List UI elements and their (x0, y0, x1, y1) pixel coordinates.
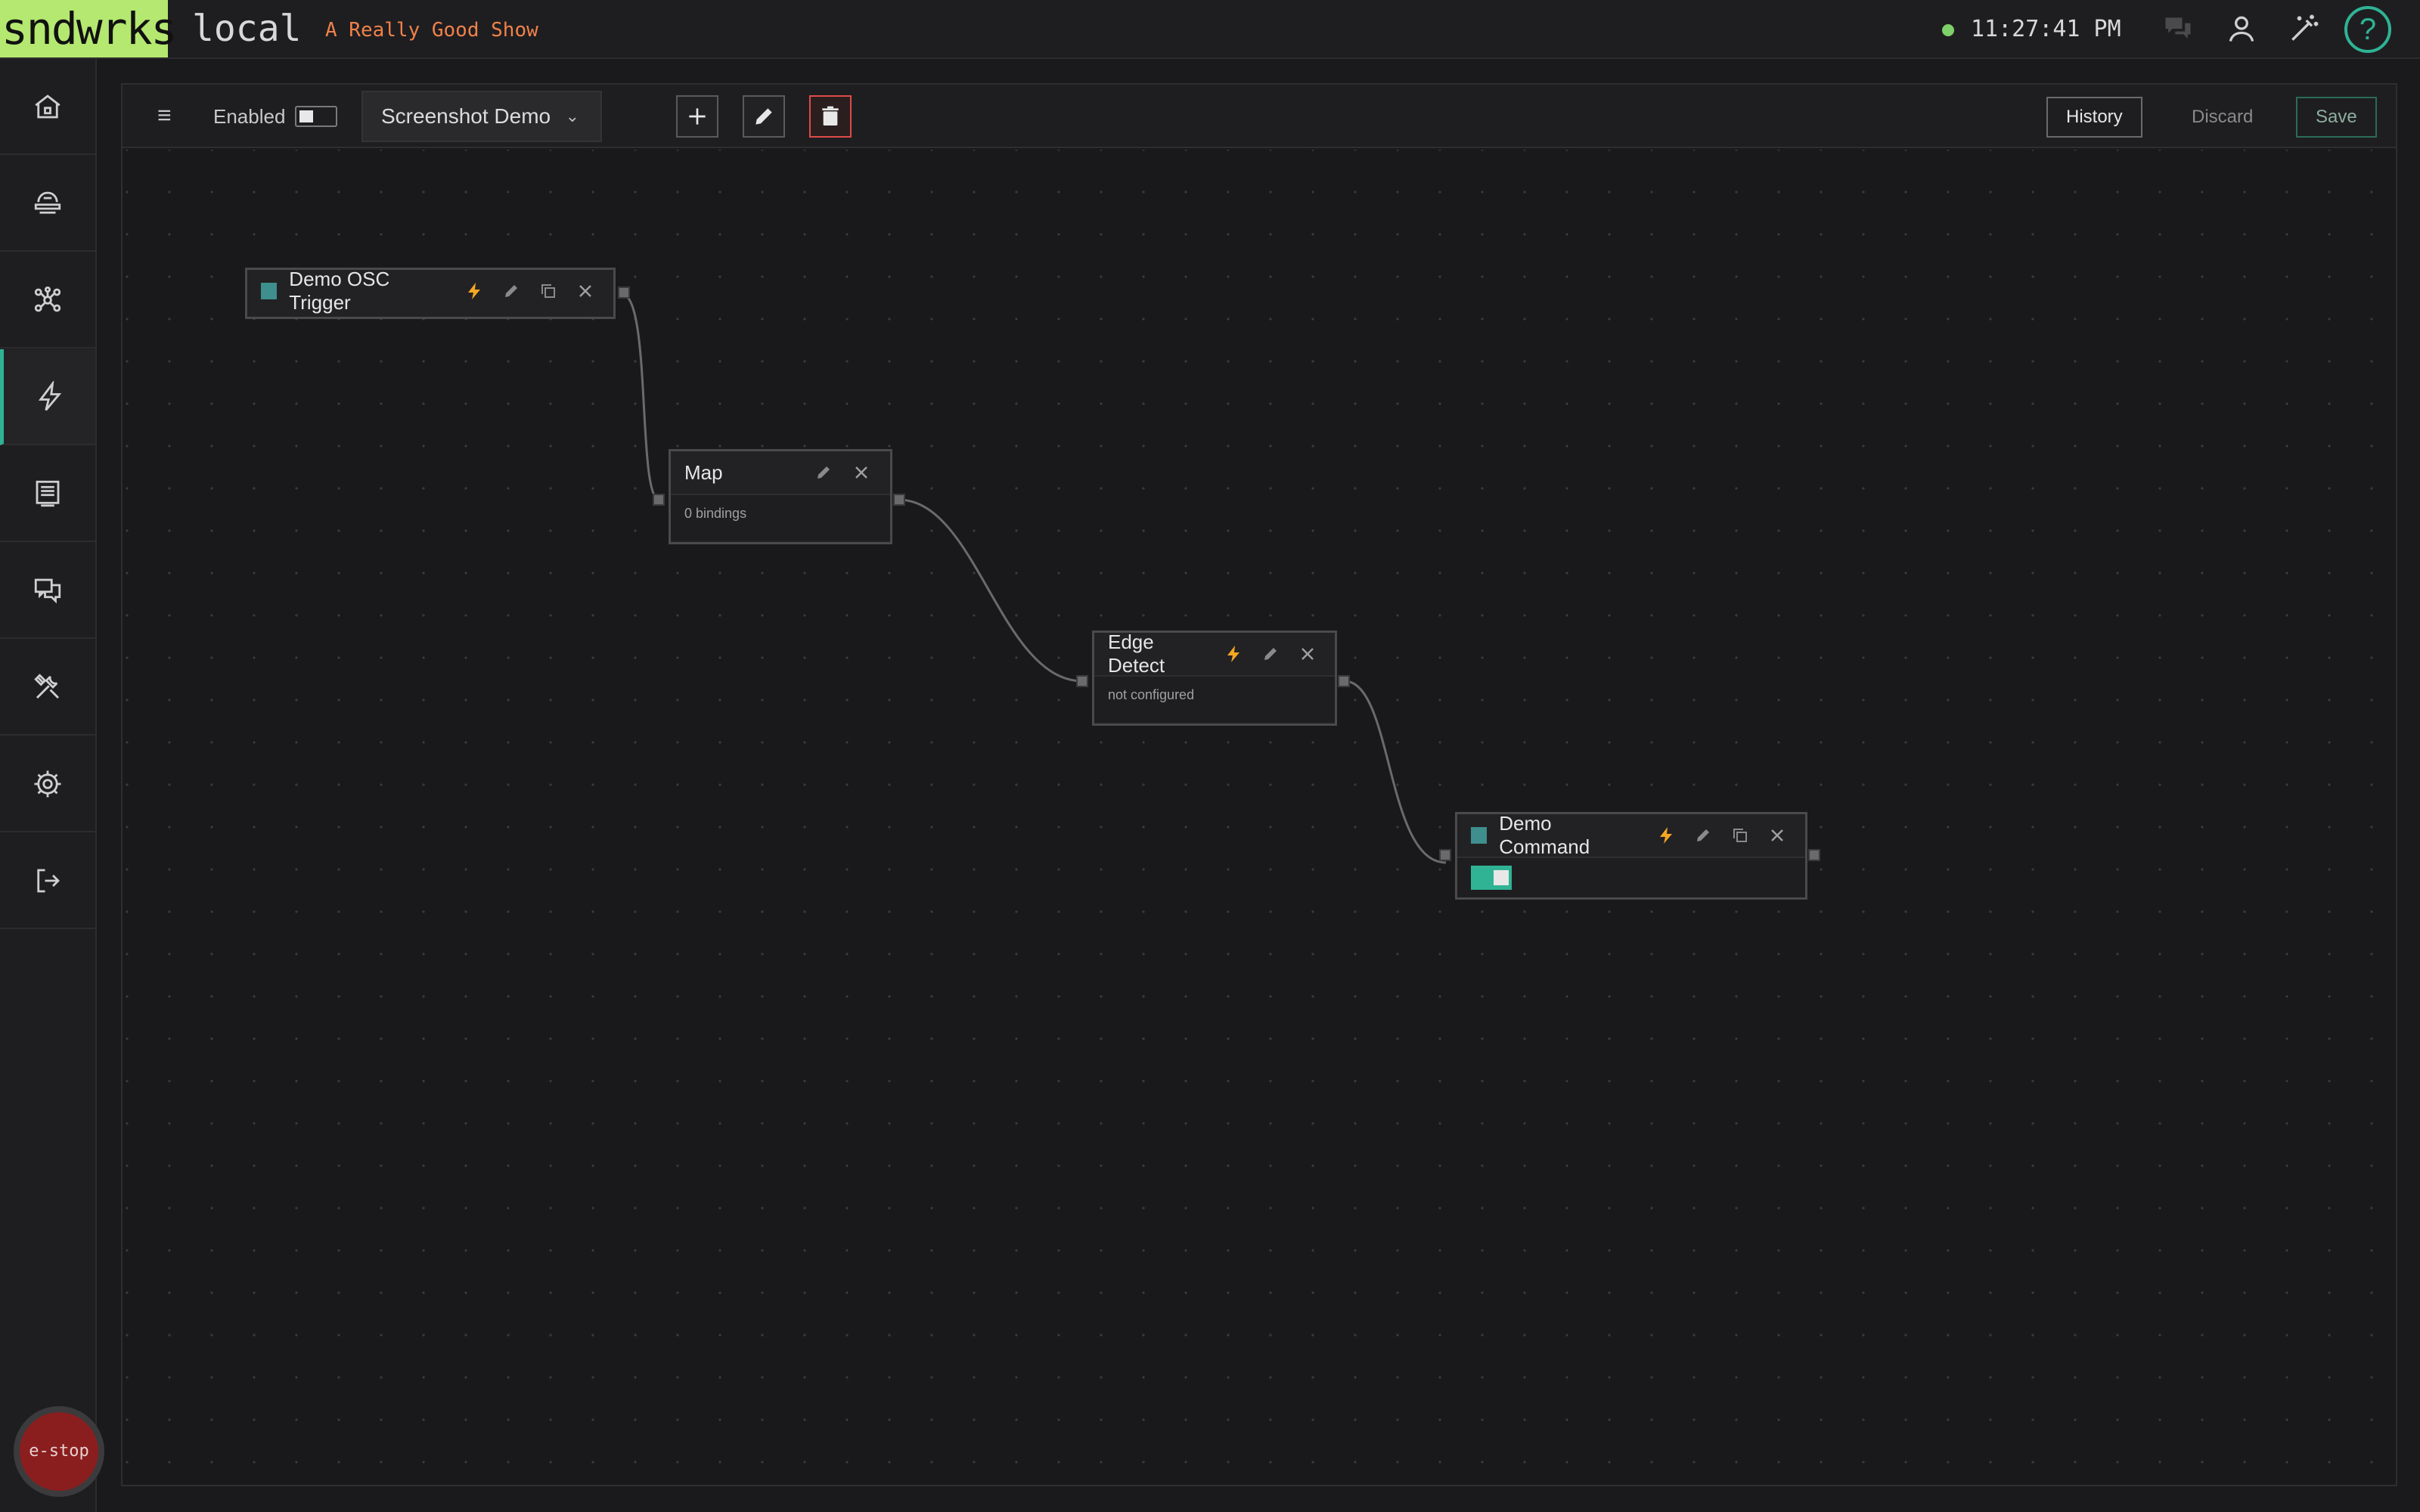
enabled-label: Enabled (213, 105, 286, 128)
node-demo-osc-trigger[interactable]: Demo OSC Trigger (245, 268, 630, 319)
sidebar-item-cue-list[interactable] (0, 446, 95, 542)
chat-icon (34, 578, 61, 603)
show-name[interactable]: A Really Good Show (325, 0, 538, 57)
node-color-swatch (261, 283, 278, 299)
instance-name: local (192, 8, 302, 50)
tools-icon (34, 673, 59, 699)
close-icon[interactable] (1298, 644, 1317, 664)
pencil-icon[interactable] (1694, 826, 1713, 845)
edit-flow-button[interactable] (743, 95, 785, 138)
lightning-icon (38, 380, 61, 411)
node-color-swatch (1471, 827, 1488, 844)
input-port[interactable] (1076, 675, 1088, 687)
enabled-toggle[interactable] (295, 106, 337, 127)
flow-select[interactable]: Screenshot Demo ⌄ (361, 91, 602, 142)
pencil-icon (755, 108, 772, 125)
brand-logo[interactable]: sndwrks (0, 0, 177, 57)
output-port[interactable] (618, 287, 630, 299)
connection-trigger-map (621, 293, 660, 501)
connection-edge-command (1344, 680, 1447, 864)
magic-wand-icon[interactable] (2285, 11, 2322, 47)
lightning-icon[interactable] (1224, 644, 1243, 664)
sidebar-item-settings[interactable] (0, 736, 95, 832)
discard-button[interactable]: Discard (2172, 97, 2273, 138)
delete-flow-button[interactable] (809, 95, 852, 138)
top-bar: sndwrks local A Really Good Show 11:27:4… (0, 0, 2420, 59)
home-icon (35, 94, 60, 118)
node-title: Demo OSC Trigger (289, 268, 390, 314)
node-controls (1457, 857, 1805, 897)
node-title: Map (684, 460, 723, 484)
sidebar-item-tools[interactable] (0, 640, 95, 736)
history-button[interactable]: History (2046, 97, 2142, 138)
connection-status-dot (1942, 24, 1954, 36)
output-port[interactable] (1808, 849, 1820, 861)
help-icon[interactable]: ? (2344, 6, 2391, 53)
pencil-icon[interactable] (501, 281, 520, 301)
flow-canvas[interactable]: Demo OSC Trigger Map 0 bindings Edge Det… (123, 150, 2396, 1485)
pencil-icon[interactable] (1261, 644, 1280, 664)
chat-icon[interactable] (2160, 11, 2196, 47)
input-port[interactable] (1439, 849, 1451, 861)
output-port[interactable] (1338, 675, 1350, 687)
flow-select-value: Screenshot Demo (381, 104, 551, 128)
node-title: Demo Command (1499, 812, 1590, 858)
sidebar-item-messages[interactable] (0, 543, 95, 639)
close-icon[interactable] (576, 281, 595, 301)
gear-icon (34, 770, 61, 797)
sidebar-item-automation[interactable] (0, 349, 95, 445)
plus-icon (689, 108, 706, 125)
node-demo-command[interactable]: Demo Command (1439, 812, 1820, 900)
pencil-icon[interactable] (814, 463, 833, 482)
node-edge-detect[interactable]: Edge Detect not configured (1076, 631, 1350, 726)
add-node-button[interactable] (676, 95, 718, 138)
clock: 11:27:41 PM (1971, 16, 2121, 42)
editor-toolbar: ≡ Enabled Screenshot Demo ⌄ History Disc… (123, 85, 2396, 148)
trash-icon (822, 106, 839, 125)
chevron-down-icon: ⌄ (565, 107, 579, 125)
close-icon[interactable] (1768, 826, 1787, 845)
lightning-icon[interactable] (1656, 826, 1675, 845)
menu-icon[interactable]: ≡ (157, 100, 172, 130)
sidebar-item-devices[interactable] (0, 156, 95, 252)
user-icon[interactable] (2223, 11, 2260, 47)
sidebar-item-home[interactable] (0, 59, 95, 155)
flow-editor-panel: ≡ Enabled Screenshot Demo ⌄ History Disc… (121, 83, 2397, 1486)
save-button[interactable]: Save (2296, 97, 2377, 138)
cue-list-icon (36, 480, 60, 507)
input-port[interactable] (653, 494, 665, 506)
close-icon[interactable] (852, 463, 871, 482)
devices-icon (34, 191, 61, 214)
node-title: Edge Detect (1108, 631, 1165, 677)
output-port[interactable] (893, 494, 905, 506)
node-detail: not configured (1094, 675, 1335, 722)
copy-icon[interactable] (1731, 826, 1750, 845)
sidebar-item-network[interactable] (0, 253, 95, 349)
node-map[interactable]: Map 0 bindings (653, 449, 905, 544)
lightning-icon[interactable] (464, 281, 483, 301)
copy-icon[interactable] (539, 281, 558, 301)
estop-button[interactable]: e-stop (14, 1406, 104, 1497)
logout-icon (37, 869, 60, 892)
node-detail: 0 bindings (671, 494, 890, 541)
node-connections (621, 293, 1447, 864)
sidebar-item-logout[interactable] (0, 833, 95, 929)
command-toggle[interactable] (1471, 866, 1512, 890)
connection-map-edge (898, 498, 1084, 683)
network-icon (34, 286, 61, 311)
sidebar: e-stop (0, 59, 104, 1512)
